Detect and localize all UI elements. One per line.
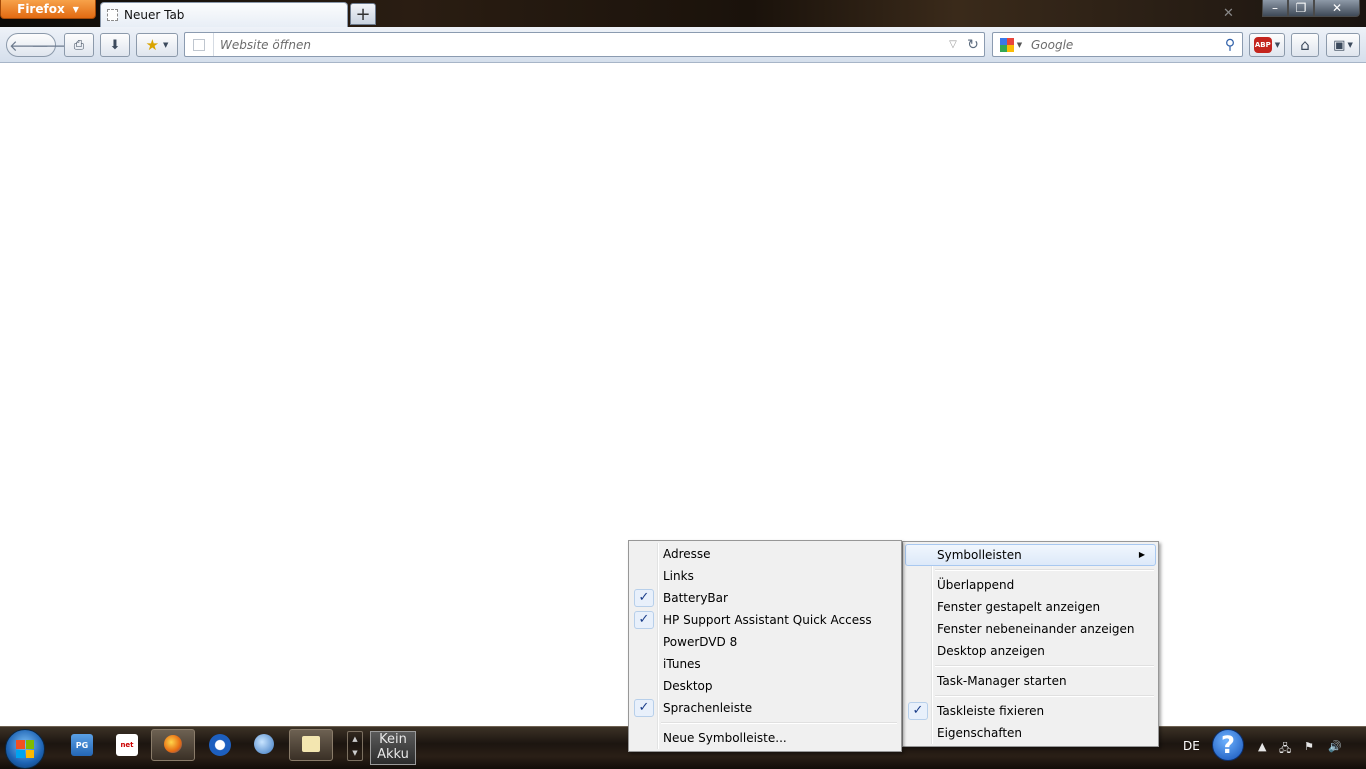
menu-item-batterybar[interactable]: ✓ BatteryBar <box>631 587 899 609</box>
start-button[interactable] <box>5 729 45 769</box>
chevron-down-icon: ▼ <box>1274 41 1281 49</box>
search-input[interactable] <box>1029 33 1218 56</box>
adblock-plus-button[interactable]: ABP ▼ <box>1249 33 1285 57</box>
reload-icon[interactable]: ↻ <box>962 37 984 53</box>
menu-item-powerdvd[interactable]: PowerDVD 8 <box>631 631 899 653</box>
navigation-toolbar: 🡐 🡒 ⎙ ⬇ ★ ▼ ▽ ↻ ▼ ⚲ ABP ▼ ⌂ ▣ ▼ <box>0 27 1366 63</box>
history-dropdown-icon[interactable]: ▽ <box>944 39 962 50</box>
checkmark-icon: ✓ <box>634 699 654 717</box>
mail-icon <box>302 736 320 752</box>
app-circle-icon[interactable] <box>209 734 231 756</box>
back-forward-group: 🡐 🡒 <box>6 33 71 57</box>
chevron-up-icon[interactable]: ▲ <box>352 735 357 743</box>
chevron-down-icon: ▼ <box>1016 40 1023 49</box>
chevron-down-icon[interactable]: ▼ <box>352 749 357 757</box>
volume-icon[interactable]: 🔊 <box>1328 740 1342 753</box>
menu-item-adresse[interactable]: Adresse <box>631 543 899 565</box>
maximize-button[interactable]: ❐ <box>1288 0 1314 17</box>
submenu-arrow-icon: ▶ <box>1138 550 1145 559</box>
home-icon: ⌂ <box>1300 36 1310 54</box>
network-icon[interactable]: 🖧 <box>1279 740 1291 759</box>
close-window-button[interactable]: ✕ <box>1314 0 1360 17</box>
menu-item-desktop-anzeigen[interactable]: Desktop anzeigen <box>905 640 1156 662</box>
menu-separator <box>935 695 1154 697</box>
blank-page-icon <box>107 9 118 21</box>
title-bar: Firefox ▼ Neuer Tab + ✕ – ❐ ✕ <box>0 0 1366 27</box>
menu-item-ueberlappend[interactable]: Überlappend <box>905 574 1156 596</box>
tab-neuer-tab[interactable]: Neuer Tab <box>100 2 348 27</box>
download-arrow-icon: ⬇ <box>109 37 121 53</box>
checkmark-icon: ✓ <box>634 611 654 629</box>
menu-item-neue-symbolleiste[interactable]: Neue Symbolleiste... <box>631 727 899 749</box>
home-button[interactable]: ⌂ <box>1291 33 1319 57</box>
chevron-down-icon: ▼ <box>1347 41 1353 49</box>
help-icon[interactable]: ? <box>1212 729 1244 761</box>
new-tab-button[interactable]: + <box>350 3 376 25</box>
firefox-icon <box>164 735 182 753</box>
addon-bar-icon: ▣ <box>1333 37 1346 53</box>
menu-item-eigenschaften[interactable]: Eigenschaften <box>905 722 1156 744</box>
action-center-flag-icon[interactable]: ⚑ <box>1304 740 1314 753</box>
checkmark-icon: ✓ <box>634 589 654 607</box>
checkmark-icon: ✓ <box>908 702 928 720</box>
window-controls: – ❐ ✕ <box>1262 0 1360 19</box>
taskbar-context-menu: Symbolleisten ▶ Überlappend Fenster gest… <box>902 541 1159 747</box>
menu-item-taskleiste-fixieren[interactable]: ✓ Taskleiste fixieren <box>905 700 1156 722</box>
site-identity-button[interactable] <box>185 33 214 56</box>
globe-icon[interactable] <box>254 734 274 754</box>
menu-separator <box>935 569 1154 571</box>
menu-item-symbolleisten[interactable]: Symbolleisten ▶ <box>905 544 1156 566</box>
menu-item-gestapelt[interactable]: Fenster gestapelt anzeigen <box>905 596 1156 618</box>
printer-icon: ⎙ <box>73 37 85 53</box>
menu-separator <box>661 722 897 724</box>
chevron-down-icon: ▼ <box>163 41 169 49</box>
blank-page-icon <box>193 38 205 51</box>
menu-item-nebeneinander[interactable]: Fenster nebeneinander anzeigen <box>905 618 1156 640</box>
chevron-down-icon: ▼ <box>72 4 79 14</box>
url-input[interactable] <box>214 33 944 56</box>
language-indicator[interactable]: DE <box>1183 739 1200 753</box>
address-bar: ▽ ↻ <box>184 32 985 57</box>
menu-item-desktop[interactable]: Desktop <box>631 675 899 697</box>
menu-item-label: BatteryBar <box>663 591 728 605</box>
google-icon <box>999 37 1014 52</box>
battery-status-line1: Kein <box>379 732 407 747</box>
menu-item-task-manager[interactable]: Task-Manager starten <box>905 670 1156 692</box>
print-button[interactable]: ⎙ <box>64 33 94 57</box>
mail-taskbar-button[interactable] <box>289 729 333 761</box>
magnifier-icon[interactable]: ⚲ <box>1218 37 1242 53</box>
windows-logo-icon <box>16 740 34 758</box>
back-arrow-icon[interactable]: 🡐 <box>9 36 49 55</box>
firefox-taskbar-button[interactable] <box>151 729 195 761</box>
net-app-icon[interactable]: net <box>116 734 138 756</box>
tab-label: Neuer Tab <box>124 8 185 22</box>
menu-item-label: Symbolleisten <box>937 548 1022 562</box>
battery-status-line2: Akku <box>377 747 409 762</box>
minimize-button[interactable]: – <box>1262 0 1288 17</box>
menu-item-links[interactable]: Links <box>631 565 899 587</box>
pg-app-icon[interactable]: PG <box>71 734 93 756</box>
firefox-menu-button[interactable]: Firefox ▼ <box>0 0 96 19</box>
toolbars-submenu: Adresse Links ✓ BatteryBar ✓ HP Support … <box>628 540 902 752</box>
firefox-menu-label: Firefox <box>17 2 65 16</box>
download-button[interactable]: ⬇ <box>100 33 130 57</box>
search-engine-button[interactable]: ▼ <box>993 37 1029 52</box>
menu-item-label: Sprachenleiste <box>663 701 753 715</box>
menu-item-label: HP Support Assistant Quick Access <box>663 613 872 627</box>
adblock-icon: ABP <box>1253 37 1272 53</box>
forward-arrow-icon[interactable]: 🡒 <box>31 36 71 55</box>
tray-expand-icon[interactable]: ▲ <box>1258 740 1266 753</box>
close-icon: ✕ <box>1223 6 1234 21</box>
menu-item-itunes[interactable]: iTunes <box>631 653 899 675</box>
menu-separator <box>935 665 1154 667</box>
menu-item-hp-support[interactable]: ✓ HP Support Assistant Quick Access <box>631 609 899 631</box>
star-icon: ★ <box>145 36 160 54</box>
addon-button[interactable]: ▣ ▼ <box>1326 33 1360 57</box>
battery-bar-toolbar[interactable]: Kein Akku <box>370 731 416 765</box>
taskbar-scroll[interactable]: ▲ ▼ <box>347 731 363 761</box>
menu-item-label: Taskleiste fixieren <box>937 704 1045 718</box>
search-bar: ▼ ⚲ <box>992 32 1243 57</box>
menu-item-sprachenleiste[interactable]: ✓ Sprachenleiste <box>631 697 899 719</box>
bookmarks-button[interactable]: ★ ▼ <box>136 33 178 57</box>
